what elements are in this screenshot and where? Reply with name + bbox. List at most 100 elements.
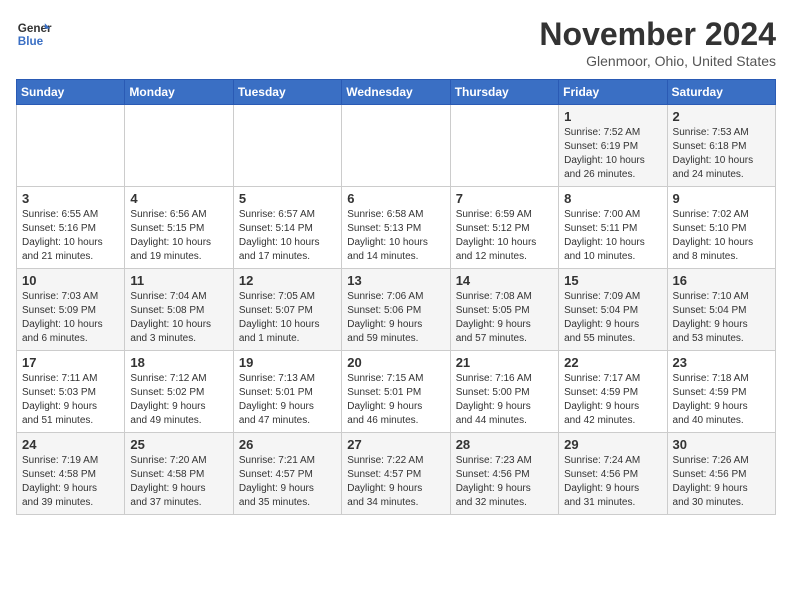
calendar-cell: 29 Sunrise: 7:24 AM Sunset: 4:56 PM Dayli… — [559, 433, 667, 515]
day-detail: Sunrise: 7:03 AM Sunset: 5:09 PM Dayligh… — [22, 290, 119, 346]
calendar-cell: 17 Sunrise: 7:11 AM Sunset: 5:03 PM Dayli… — [17, 351, 125, 433]
calendar-cell: 5 Sunrise: 6:57 AM Sunset: 5:14 PM Daylig… — [233, 187, 341, 269]
day-number: 26 — [239, 437, 336, 452]
calendar-cell: 21 Sunrise: 7:16 AM Sunset: 5:00 PM Dayli… — [450, 351, 558, 433]
calendar-cell: 26 Sunrise: 7:21 AM Sunset: 4:57 PM Dayli… — [233, 433, 341, 515]
header-cell-thursday: Thursday — [450, 80, 558, 105]
title-block: November 2024 Glenmoor, Ohio, United Sta… — [539, 16, 776, 69]
day-detail: Sunrise: 7:00 AM Sunset: 5:11 PM Dayligh… — [564, 208, 661, 264]
calendar-cell: 12Sunrise: 7:05 AM Sunset: 5:07 PM Dayli… — [233, 269, 341, 351]
day-detail: Sunrise: 7:13 AM Sunset: 5:01 PM Dayligh… — [239, 372, 336, 428]
calendar-cell: 19Sunrise: 7:13 AM Sunset: 5:01 PM Dayli… — [233, 351, 341, 433]
day-detail: Sunrise: 7:52 AM Sunset: 6:19 PM Dayligh… — [564, 126, 661, 182]
day-number: 30 — [673, 437, 770, 452]
calendar-cell: 20 Sunrise: 7:15 AM Sunset: 5:01 PM Dayli… — [342, 351, 450, 433]
day-number: 1 — [564, 109, 661, 124]
day-detail: Sunrise: 7:02 AM Sunset: 5:10 PM Dayligh… — [673, 208, 770, 264]
day-number: 21 — [456, 355, 553, 370]
day-number: 18 — [130, 355, 227, 370]
day-number: 3 — [22, 191, 119, 206]
calendar-body: 1 Sunrise: 7:52 AM Sunset: 6:19 PM Daylig… — [17, 105, 776, 515]
svg-text:Blue: Blue — [18, 35, 44, 48]
day-number: 22 — [564, 355, 661, 370]
header-cell-sunday: Sunday — [17, 80, 125, 105]
day-number: 4 — [130, 191, 227, 206]
location: Glenmoor, Ohio, United States — [539, 53, 776, 69]
day-detail: Sunrise: 7:24 AM Sunset: 4:56 PM Dayligh… — [564, 454, 661, 510]
day-detail: Sunrise: 6:55 AM Sunset: 5:16 PM Dayligh… — [22, 208, 119, 264]
day-detail: Sunrise: 7:20 AM Sunset: 4:58 PM Dayligh… — [130, 454, 227, 510]
header-cell-saturday: Saturday — [667, 80, 775, 105]
day-number: 11 — [130, 273, 227, 288]
day-number: 17 — [22, 355, 119, 370]
day-number: 16 — [673, 273, 770, 288]
day-detail: Sunrise: 7:16 AM Sunset: 5:00 PM Dayligh… — [456, 372, 553, 428]
header-cell-monday: Monday — [125, 80, 233, 105]
day-detail: Sunrise: 7:09 AM Sunset: 5:04 PM Dayligh… — [564, 290, 661, 346]
header-cell-wednesday: Wednesday — [342, 80, 450, 105]
calendar-cell: 9 Sunrise: 7:02 AM Sunset: 5:10 PM Daylig… — [667, 187, 775, 269]
calendar-cell: 16 Sunrise: 7:10 AM Sunset: 5:04 PM Dayli… — [667, 269, 775, 351]
calendar-week-4: 17 Sunrise: 7:11 AM Sunset: 5:03 PM Dayli… — [17, 351, 776, 433]
day-detail: Sunrise: 7:04 AM Sunset: 5:08 PM Dayligh… — [130, 290, 227, 346]
day-detail: Sunrise: 7:17 AM Sunset: 4:59 PM Dayligh… — [564, 372, 661, 428]
day-detail: Sunrise: 7:23 AM Sunset: 4:56 PM Dayligh… — [456, 454, 553, 510]
day-number: 14 — [456, 273, 553, 288]
day-detail: Sunrise: 7:06 AM Sunset: 5:06 PM Dayligh… — [347, 290, 444, 346]
day-number: 12 — [239, 273, 336, 288]
day-number: 27 — [347, 437, 444, 452]
day-number: 25 — [130, 437, 227, 452]
calendar-cell: 22 Sunrise: 7:17 AM Sunset: 4:59 PM Dayli… — [559, 351, 667, 433]
calendar-cell: 18Sunrise: 7:12 AM Sunset: 5:02 PM Dayli… — [125, 351, 233, 433]
calendar-week-3: 10 Sunrise: 7:03 AM Sunset: 5:09 PM Dayli… — [17, 269, 776, 351]
calendar-cell: 15 Sunrise: 7:09 AM Sunset: 5:04 PM Dayli… — [559, 269, 667, 351]
day-detail: Sunrise: 7:18 AM Sunset: 4:59 PM Dayligh… — [673, 372, 770, 428]
calendar-cell: 11 Sunrise: 7:04 AM Sunset: 5:08 PM Dayli… — [125, 269, 233, 351]
day-detail: Sunrise: 6:57 AM Sunset: 5:14 PM Dayligh… — [239, 208, 336, 264]
svg-text:General: General — [18, 22, 52, 35]
logo: General Blue — [16, 16, 52, 52]
day-number: 29 — [564, 437, 661, 452]
day-detail: Sunrise: 7:19 AM Sunset: 4:58 PM Dayligh… — [22, 454, 119, 510]
day-detail: Sunrise: 7:11 AM Sunset: 5:03 PM Dayligh… — [22, 372, 119, 428]
day-detail: Sunrise: 7:10 AM Sunset: 5:04 PM Dayligh… — [673, 290, 770, 346]
calendar-cell: 4Sunrise: 6:56 AM Sunset: 5:15 PM Daylig… — [125, 187, 233, 269]
day-number: 13 — [347, 273, 444, 288]
day-detail: Sunrise: 7:15 AM Sunset: 5:01 PM Dayligh… — [347, 372, 444, 428]
calendar-cell: 2Sunrise: 7:53 AM Sunset: 6:18 PM Daylig… — [667, 105, 775, 187]
day-detail: Sunrise: 7:53 AM Sunset: 6:18 PM Dayligh… — [673, 126, 770, 182]
logo-icon: General Blue — [16, 16, 52, 52]
calendar-cell: 3 Sunrise: 6:55 AM Sunset: 5:16 PM Daylig… — [17, 187, 125, 269]
calendar-cell: 24 Sunrise: 7:19 AM Sunset: 4:58 PM Dayli… — [17, 433, 125, 515]
calendar-week-5: 24 Sunrise: 7:19 AM Sunset: 4:58 PM Dayli… — [17, 433, 776, 515]
calendar-cell: 14 Sunrise: 7:08 AM Sunset: 5:05 PM Dayli… — [450, 269, 558, 351]
calendar-cell: 6Sunrise: 6:58 AM Sunset: 5:13 PM Daylig… — [342, 187, 450, 269]
calendar-cell: 10 Sunrise: 7:03 AM Sunset: 5:09 PM Dayli… — [17, 269, 125, 351]
day-number: 9 — [673, 191, 770, 206]
day-detail: Sunrise: 6:58 AM Sunset: 5:13 PM Dayligh… — [347, 208, 444, 264]
calendar-header-row: SundayMondayTuesdayWednesdayThursdayFrid… — [17, 80, 776, 105]
day-detail: Sunrise: 7:21 AM Sunset: 4:57 PM Dayligh… — [239, 454, 336, 510]
day-number: 5 — [239, 191, 336, 206]
calendar-cell: 8 Sunrise: 7:00 AM Sunset: 5:11 PM Daylig… — [559, 187, 667, 269]
calendar-cell: 1 Sunrise: 7:52 AM Sunset: 6:19 PM Daylig… — [559, 105, 667, 187]
day-number: 24 — [22, 437, 119, 452]
calendar-cell: 28Sunrise: 7:23 AM Sunset: 4:56 PM Dayli… — [450, 433, 558, 515]
calendar-cell: 23Sunrise: 7:18 AM Sunset: 4:59 PM Dayli… — [667, 351, 775, 433]
calendar-cell: 27 Sunrise: 7:22 AM Sunset: 4:57 PM Dayli… — [342, 433, 450, 515]
day-detail: Sunrise: 6:59 AM Sunset: 5:12 PM Dayligh… — [456, 208, 553, 264]
day-number: 10 — [22, 273, 119, 288]
calendar-cell: 25 Sunrise: 7:20 AM Sunset: 4:58 PM Dayli… — [125, 433, 233, 515]
day-number: 15 — [564, 273, 661, 288]
calendar-cell — [17, 105, 125, 187]
day-number: 20 — [347, 355, 444, 370]
day-detail: Sunrise: 7:22 AM Sunset: 4:57 PM Dayligh… — [347, 454, 444, 510]
day-detail: Sunrise: 7:08 AM Sunset: 5:05 PM Dayligh… — [456, 290, 553, 346]
calendar-table: SundayMondayTuesdayWednesdayThursdayFrid… — [16, 79, 776, 515]
calendar-week-2: 3 Sunrise: 6:55 AM Sunset: 5:16 PM Daylig… — [17, 187, 776, 269]
calendar-cell — [342, 105, 450, 187]
calendar-cell — [233, 105, 341, 187]
day-detail: Sunrise: 7:26 AM Sunset: 4:56 PM Dayligh… — [673, 454, 770, 510]
day-number: 8 — [564, 191, 661, 206]
calendar-week-1: 1 Sunrise: 7:52 AM Sunset: 6:19 PM Daylig… — [17, 105, 776, 187]
